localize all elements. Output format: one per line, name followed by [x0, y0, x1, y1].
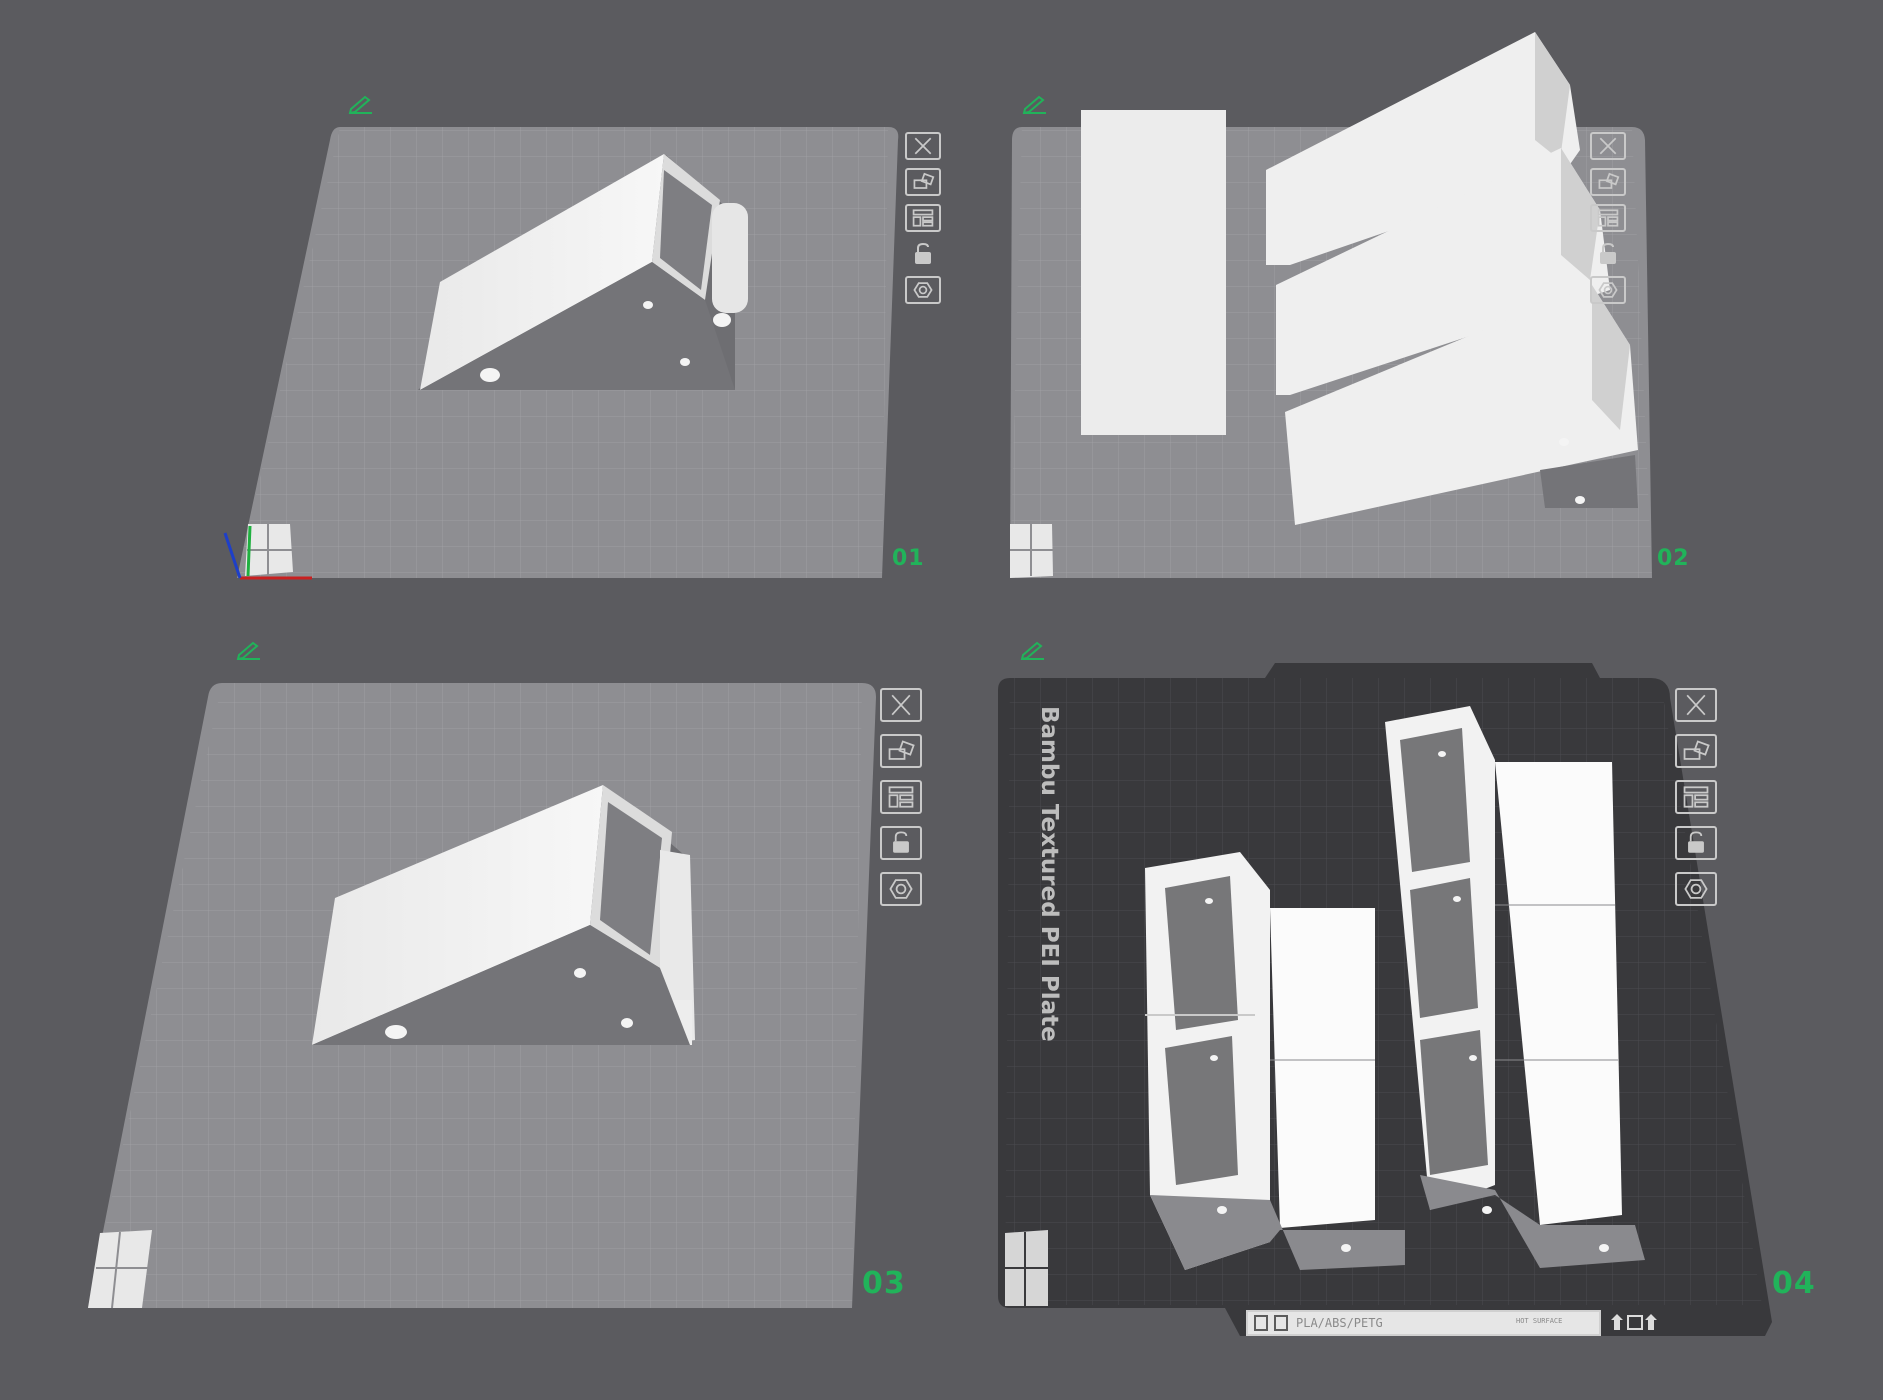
lock-icon[interactable]	[1675, 826, 1717, 860]
model-flat-part	[1081, 110, 1226, 435]
auto-orient-icon[interactable]	[905, 168, 941, 196]
build-plate-grid	[1005, 678, 1762, 1305]
close-icon[interactable]	[905, 132, 941, 160]
close-icon[interactable]	[1590, 132, 1626, 160]
pencil-icon[interactable]	[1020, 640, 1046, 660]
plate-04[interactable]	[998, 663, 1772, 1336]
z-axis	[246, 525, 252, 577]
qr-icon	[1254, 1315, 1268, 1331]
y-axis	[223, 532, 242, 579]
plate-01[interactable]	[223, 127, 899, 580]
plate-number: 01	[892, 546, 925, 571]
arrange-icon[interactable]	[1590, 204, 1626, 232]
plate-settings-icon[interactable]	[1675, 872, 1717, 906]
plate-settings-icon[interactable]	[880, 872, 922, 906]
auto-orient-icon[interactable]	[1590, 168, 1626, 196]
plate-settings-icon[interactable]	[905, 276, 941, 304]
hot-surface-warning: HOT SURFACE	[1516, 1317, 1563, 1325]
pencil-icon[interactable]	[236, 640, 262, 660]
plate-number: 03	[862, 1266, 906, 1301]
plate-03[interactable]	[88, 683, 876, 1309]
plate-orientation-icons	[1610, 1312, 1670, 1332]
plate-toolbar	[880, 688, 924, 914]
plate-02[interactable]	[1010, 32, 1652, 578]
close-icon[interactable]	[880, 688, 922, 722]
filament-types: PLA/ABS/PETG	[1296, 1316, 1383, 1330]
lock-icon[interactable]	[905, 240, 941, 268]
plate-number: 04	[1772, 1266, 1816, 1301]
surface-icon	[1274, 1315, 1288, 1331]
arrange-icon[interactable]	[1675, 780, 1717, 814]
plate-type-label: Bambu Textured PEI Plate	[1036, 706, 1062, 1042]
plate-settings-icon[interactable]	[1590, 276, 1626, 304]
close-icon[interactable]	[1675, 688, 1717, 722]
auto-orient-icon[interactable]	[880, 734, 922, 768]
plate-toolbar	[1590, 132, 1634, 312]
plate-info-strip: PLA/ABS/PETG HOT SURFACE	[1246, 1310, 1601, 1336]
lock-icon[interactable]	[880, 826, 922, 860]
arrange-icon[interactable]	[880, 780, 922, 814]
pencil-icon[interactable]	[348, 94, 374, 114]
plate-toolbar	[905, 132, 949, 312]
plate-number: 02	[1657, 546, 1690, 571]
auto-orient-icon[interactable]	[1675, 734, 1717, 768]
plate-toolbar	[1675, 688, 1719, 914]
pencil-icon[interactable]	[1022, 94, 1048, 114]
lock-icon[interactable]	[1590, 240, 1626, 268]
arrange-icon[interactable]	[905, 204, 941, 232]
